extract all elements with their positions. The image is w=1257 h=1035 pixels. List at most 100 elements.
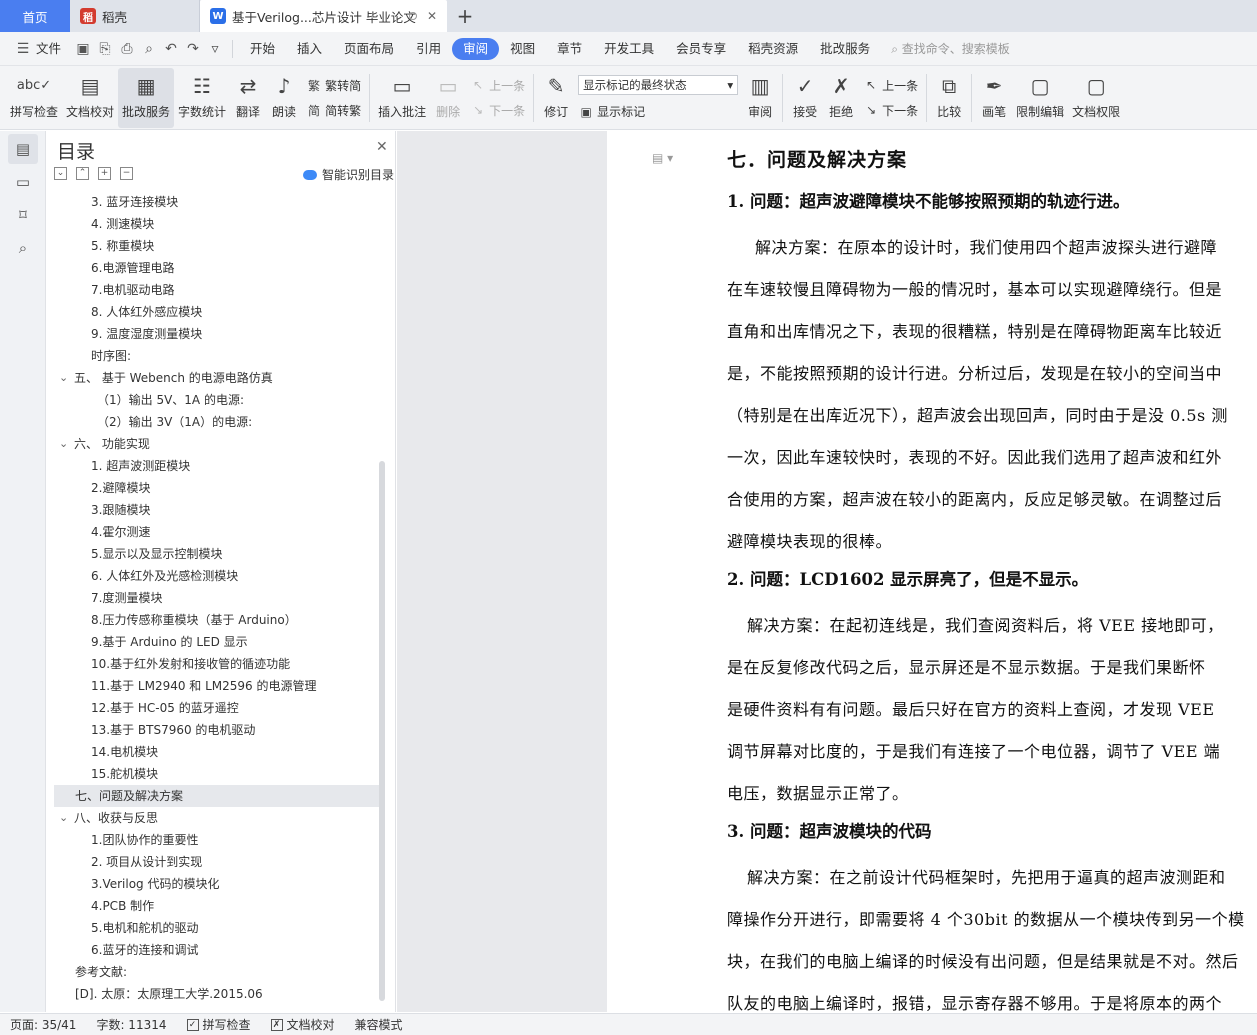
toc-item[interactable]: 9.基于 Arduino 的 LED 显示: [46, 631, 381, 653]
tab-document[interactable]: W 基于Verilog...芯片设计 毕业论文 ✕: [200, 0, 447, 32]
menu-item[interactable]: 开始: [239, 38, 286, 60]
toc-item[interactable]: 8.压力传感称重模块（基于 Arduino）: [46, 609, 381, 631]
next-change-button[interactable]: ↘ 下一条: [863, 102, 918, 119]
toc-item[interactable]: 6. 人体红外及光感检测模块: [46, 565, 381, 587]
pen-button[interactable]: ✒ 画笔: [976, 68, 1012, 128]
bookmark-icon[interactable]: ⌑: [8, 200, 38, 230]
page-options-icon[interactable]: ▤ ▾: [652, 151, 673, 165]
toc-item[interactable]: 七、问题及解决方案: [54, 785, 381, 807]
expand-all-icon[interactable]: +: [98, 167, 111, 180]
print-preview-icon[interactable]: ⌕: [138, 38, 160, 60]
toc-item[interactable]: ⌄ 八、收获与反思: [46, 807, 381, 829]
tab-home[interactable]: 首页: [0, 0, 70, 32]
menu-item[interactable]: 章节: [546, 38, 593, 60]
toc-item[interactable]: 15.舵机模块: [46, 763, 381, 785]
to-simplified-button[interactable]: 简简转繁: [306, 102, 361, 119]
command-search[interactable]: ⌕ 查找命令、搜索模板: [891, 40, 1010, 57]
document-page[interactable]: ▤ ▾ 七．问题及解决方案 1. 问题：超声波避障模块不能够按照预期的轨迹行进。解…: [607, 131, 1257, 1012]
insert-comment-button[interactable]: ▭ 插入批注: [374, 68, 430, 128]
toc-item[interactable]: 5.电机和舵机的驱动: [46, 917, 381, 939]
review-service-button[interactable]: ▦ 批改服务: [118, 67, 175, 128]
toc-item[interactable]: [D]. 太原：太原理工大学.2015.06: [46, 983, 381, 1005]
translate-button[interactable]: ⇄ 翻译: [230, 68, 266, 128]
status-proofread[interactable]: ✗ 文档校对: [261, 1016, 345, 1033]
accept-button[interactable]: ✓ 接受: [787, 68, 823, 128]
read-aloud-button[interactable]: ♪ 朗读: [266, 68, 302, 128]
toc-item[interactable]: 4.霍尔测速: [46, 521, 381, 543]
menu-item[interactable]: 批改服务: [809, 38, 881, 60]
toc-item[interactable]: 2. 项目从设计到实现: [46, 851, 381, 873]
menu-item[interactable]: 插入: [286, 38, 333, 60]
toc-item[interactable]: 3.Verilog 代码的模块化: [46, 873, 381, 895]
toc-item[interactable]: 4. 测速模块: [46, 213, 381, 235]
toc-item[interactable]: ⌄ 五、 基于 Webench 的电源电路仿真: [46, 367, 381, 389]
to-traditional-button[interactable]: 繁繁转简: [306, 77, 361, 94]
toc-item[interactable]: 参考文献:: [46, 961, 381, 983]
reject-button[interactable]: ✗ 拒绝: [823, 68, 859, 128]
toc-item[interactable]: 2.避障模块: [46, 477, 381, 499]
menu-file[interactable]: 文件: [34, 38, 72, 60]
chapter-nav-icon[interactable]: ▭: [8, 167, 38, 197]
expand-down-icon[interactable]: ⌄: [54, 167, 67, 180]
toc-item[interactable]: 9. 温度湿度测量模块: [46, 323, 381, 345]
delete-comment-button[interactable]: ▭ 删除: [430, 68, 466, 128]
menu-item-review[interactable]: 审阅: [452, 37, 500, 60]
quick-access-dropdown-icon[interactable]: ▿: [204, 38, 226, 60]
toc-item[interactable]: （2）输出 3V（1A）的电源:: [46, 411, 381, 433]
restrict-editing-button[interactable]: ▢ 限制编辑: [1012, 68, 1068, 128]
prev-comment-button[interactable]: ↖ 上一条: [470, 77, 525, 94]
chevron-down-icon[interactable]: ⌄: [59, 367, 68, 389]
save-icon[interactable]: ▣: [72, 38, 94, 60]
spell-check-button[interactable]: abc✓ 拼写检查: [6, 68, 62, 128]
word-count-indicator[interactable]: 字数: 11314: [86, 1016, 176, 1033]
close-icon[interactable]: ✕: [376, 139, 388, 155]
toc-item[interactable]: 3.跟随模块: [46, 499, 381, 521]
undo-icon[interactable]: ↶: [160, 38, 182, 60]
document-permission-button[interactable]: ▢ 文档权限: [1068, 68, 1124, 128]
markup-mode-select[interactable]: 显示标记的最终状态 ▾: [578, 75, 739, 95]
toc-item[interactable]: 13.基于 BTS7960 的电机驱动: [46, 719, 381, 741]
word-count-button[interactable]: ☷ 字数统计: [174, 68, 230, 128]
smart-toc-button[interactable]: 智能识别目录: [303, 166, 394, 183]
compare-button[interactable]: ⧉ 比较: [931, 68, 967, 128]
toc-panel-icon[interactable]: ▤: [8, 134, 38, 164]
chevron-down-icon[interactable]: ⌄: [59, 433, 68, 455]
toc-item[interactable]: ⌄ 六、 功能实现: [46, 433, 381, 455]
next-comment-button[interactable]: ↘ 下一条: [470, 102, 525, 119]
menu-item[interactable]: 稻壳资源: [737, 38, 809, 60]
status-spell-check[interactable]: ✓ 拼写检查: [177, 1016, 261, 1033]
hamburger-icon[interactable]: ☰: [12, 38, 34, 60]
toc-item[interactable]: 14.电机模块: [46, 741, 381, 763]
search-icon[interactable]: ⌕: [8, 233, 38, 263]
toc-item[interactable]: 5.显示以及显示控制模块: [46, 543, 381, 565]
proofread-button[interactable]: ▤ 文档校对: [62, 68, 118, 128]
review-pane-button[interactable]: ▥ 审阅: [742, 68, 778, 128]
menu-item[interactable]: 页面布局: [333, 38, 405, 60]
toc-item[interactable]: 1. 超声波测距模块: [46, 455, 381, 477]
menu-item[interactable]: 会员专享: [665, 38, 737, 60]
toc-item[interactable]: 4.PCB 制作: [46, 895, 381, 917]
toc-item[interactable]: 6.蓝牙的连接和调试: [46, 939, 381, 961]
toc-item[interactable]: 11.基于 LM2940 和 LM2596 的电源管理: [46, 675, 381, 697]
page-indicator[interactable]: 页面: 35/41: [0, 1016, 86, 1033]
toc-item[interactable]: 7.度测量模块: [46, 587, 381, 609]
tab-docer[interactable]: 稻 稻壳: [70, 0, 200, 32]
toc-item[interactable]: 12.基于 HC-05 的蓝牙遥控: [46, 697, 381, 719]
menu-item[interactable]: 引用: [405, 38, 452, 60]
new-tab-button[interactable]: +: [447, 0, 483, 32]
collapse-all-icon[interactable]: −: [120, 167, 133, 180]
print-icon[interactable]: ⎙: [116, 38, 138, 60]
show-markup-button[interactable]: ▣ 显示标记: [578, 103, 738, 120]
toc-item[interactable]: 1.团队协作的重要性: [46, 829, 381, 851]
menu-item[interactable]: 视图: [499, 38, 546, 60]
prev-change-button[interactable]: ↖ 上一条: [863, 77, 918, 94]
toc-item[interactable]: 8. 人体红外感应模块: [46, 301, 381, 323]
menu-item[interactable]: 开发工具: [593, 38, 665, 60]
close-tab-icon[interactable]: ✕: [427, 9, 437, 23]
toc-item[interactable]: 5. 称重模块: [46, 235, 381, 257]
toc-item[interactable]: 6.电源管理电路: [46, 257, 381, 279]
export-pdf-icon[interactable]: ⎘: [94, 38, 116, 60]
toc-item[interactable]: 10.基于红外发射和接收管的循迹功能: [46, 653, 381, 675]
toc-item[interactable]: （1）输出 5V、1A 的电源:: [46, 389, 381, 411]
collapse-up-icon[interactable]: ⌃: [76, 167, 89, 180]
